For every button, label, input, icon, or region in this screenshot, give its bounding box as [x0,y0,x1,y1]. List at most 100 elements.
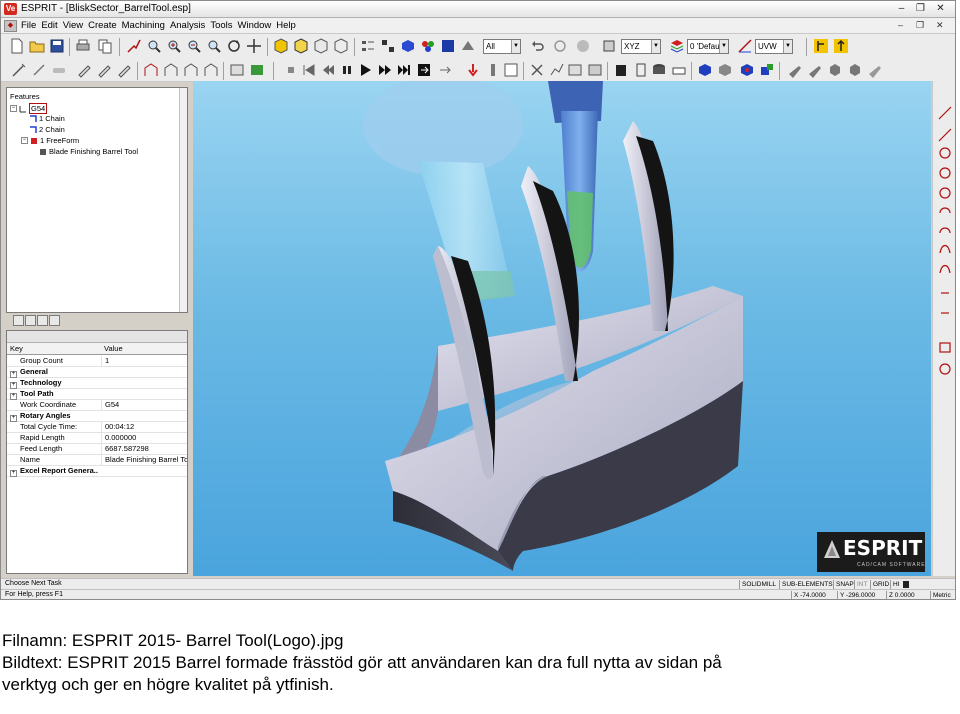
layer-combo[interactable]: 0 'Defau ▼ [687,39,729,54]
tool-5-icon[interactable] [867,62,883,78]
doc-restore-button[interactable]: ❐ [916,20,924,31]
shaded-view-icon[interactable] [273,38,289,54]
view-cube-icon[interactable] [601,38,617,54]
features-icon[interactable] [380,38,396,54]
tool-2-icon[interactable] [807,62,823,78]
menu-analysis[interactable]: Analysis [170,20,205,31]
menu-window[interactable]: Window [238,20,272,31]
nc-code-icon[interactable] [249,62,265,78]
sim-pause-icon[interactable] [339,62,355,78]
menu-view[interactable]: View [63,20,83,31]
zoom-in-icon[interactable] [166,38,182,54]
mode-snap[interactable]: SNAP [833,580,854,589]
sim-step-back-icon[interactable] [321,62,337,78]
mode-hi[interactable]: HI [890,580,900,589]
doc-minimize-button[interactable]: ‒ [898,20,903,30]
pocket-icon[interactable] [163,62,179,78]
tree-item-freeform[interactable]: − 1 FreeForm [21,136,79,145]
contour-icon[interactable] [183,62,199,78]
property-row[interactable]: + Technology [7,378,187,389]
graphics-viewport[interactable]: ESPRIT CAD/CAM SOFTWARE [193,81,931,576]
property-row[interactable]: + Rotary Angles [7,411,187,422]
tab-operations[interactable] [25,315,36,326]
menu-help[interactable]: Help [276,20,296,31]
mode-solidmill[interactable]: SOLIDMILL [739,580,776,589]
colors-icon[interactable] [420,38,436,54]
tree-item-g54[interactable]: − G54 [10,103,48,114]
sim-end-icon[interactable] [416,62,432,78]
expand-icon[interactable]: + [10,470,17,477]
menu-create[interactable]: Create [88,20,117,31]
value-column-header[interactable]: Value [104,344,123,353]
tree-item-chain-2[interactable]: 2 Chain [29,125,65,134]
tool-holder-icon[interactable] [485,62,501,78]
property-value[interactable]: 6687.587298 [101,444,187,454]
stop-icon[interactable] [575,38,591,54]
tab-layers[interactable] [49,315,60,326]
property-row[interactable]: Group Count 1 [7,356,187,367]
property-row[interactable]: Work Coordinate G54 [7,400,187,411]
chain-icon[interactable] [143,62,159,78]
minimize-button[interactable]: ‒ [894,2,909,16]
gray-solid-icon[interactable] [717,62,733,78]
up-arrow-icon[interactable] [833,38,849,54]
hidden-line-icon[interactable] [313,38,329,54]
machine-sim-icon[interactable] [529,62,545,78]
zoom-window-icon[interactable] [146,38,162,54]
sim-step-line-icon[interactable] [437,62,453,78]
esprit-app-icon[interactable]: Ve [4,3,17,15]
expand-icon[interactable]: + [10,415,17,422]
menu-file[interactable]: File [21,20,36,31]
tool-1-icon[interactable] [787,62,803,78]
open-folder-icon[interactable] [29,38,45,54]
work-plane-combo[interactable]: UVW ▼ [755,39,793,54]
undo-icon[interactable] [530,38,546,54]
close-button[interactable]: ✕ [933,2,948,16]
maximize-button[interactable]: ❐ [913,2,928,16]
sim-step-icon[interactable] [377,62,393,78]
new-file-icon[interactable] [9,38,25,54]
shaded-edges-icon[interactable] [293,38,309,54]
operation-icon[interactable] [229,62,245,78]
fixture-model-icon[interactable] [671,62,687,78]
tree-item-chain-1[interactable]: 1 Chain [29,114,65,123]
property-row[interactable]: + Excel Report Genera... [7,466,187,477]
point-icon[interactable] [11,62,27,78]
property-row[interactable]: Name Blade Finishing Barrel To... [7,455,187,466]
color-solid-icon[interactable] [739,62,755,78]
tab-tools[interactable] [37,315,48,326]
redo-icon[interactable] [552,38,568,54]
tool-3-icon[interactable] [827,62,843,78]
property-row[interactable]: + Tool Path [7,389,187,400]
line-tool-icon[interactable] [31,62,47,78]
multi-solid-icon[interactable] [759,62,775,78]
eraser-icon[interactable] [51,62,67,78]
work-plane-icon[interactable] [737,38,753,54]
stock-icon[interactable] [440,38,456,54]
expand-icon[interactable]: + [10,382,17,389]
save-icon[interactable] [49,38,65,54]
sim-rewind-icon[interactable] [301,62,317,78]
property-row[interactable]: Rapid Length 0.000000 [7,433,187,444]
collapse-icon[interactable]: − [21,137,28,144]
mode-sub-elements[interactable]: SUB-ELEMENTS [779,580,833,589]
tool-down-icon[interactable] [465,62,481,78]
rotate-view-icon[interactable] [226,38,242,54]
property-value[interactable]: 00:04:12 [101,422,187,432]
tree-item-operation[interactable]: Blade Finishing Barrel Tool [39,147,138,156]
property-row[interactable]: + General [7,367,187,378]
menu-machining[interactable]: Machining [122,20,165,31]
property-row[interactable]: Total Cycle Time: 00:04:12 [7,422,187,433]
edit-pen-2-icon[interactable] [97,62,113,78]
part-icon[interactable] [613,62,629,78]
sim-stop-icon[interactable] [283,62,299,78]
report-icon[interactable] [567,62,583,78]
pan-icon[interactable] [246,38,262,54]
filter-combo[interactable]: All ▼ [483,39,521,54]
setup-icon[interactable] [587,62,603,78]
mode-int[interactable]: INT [854,580,867,589]
tree-scrollbar[interactable] [179,88,187,312]
sim-fast-forward-icon[interactable] [397,62,413,78]
collapse-icon[interactable]: − [10,105,17,112]
property-value[interactable]: 0.000000 [101,433,187,443]
